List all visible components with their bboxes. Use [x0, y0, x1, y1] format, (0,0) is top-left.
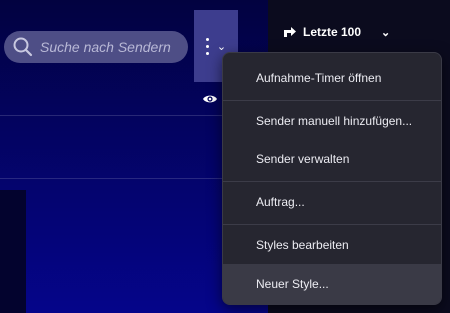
- chevron-down-icon: ⌄: [381, 26, 391, 39]
- menu-item-label: Auftrag...: [256, 195, 305, 209]
- menu-item-label: Neuer Style...: [256, 277, 329, 291]
- menu-item-add-station-manually[interactable]: Sender manuell hinzufügen...: [223, 101, 441, 141]
- menu-item-label: Sender manuell hinzufügen...: [256, 114, 413, 128]
- eye-icon[interactable]: [202, 93, 218, 105]
- context-menu: Aufnahme-Timer öffnen Sender manuell hin…: [222, 52, 442, 305]
- menu-item-order[interactable]: Auftrag...: [223, 182, 441, 222]
- search-placeholder: Suche nach Sendern: [40, 39, 171, 55]
- recent-label: Letzte 100: [303, 25, 362, 39]
- menu-item-open-recording-timer[interactable]: Aufnahme-Timer öffnen: [223, 58, 441, 98]
- menu-item-edit-styles[interactable]: Styles bearbeiten: [223, 225, 441, 265]
- menu-item-label: Aufnahme-Timer öffnen: [256, 71, 382, 85]
- panel-shadow: [0, 190, 26, 313]
- menu-item-label: Styles bearbeiten: [256, 238, 349, 252]
- search-icon: [13, 37, 33, 57]
- recent-dropdown[interactable]: Letzte 100 ⌄: [283, 22, 390, 42]
- more-vertical-icon: [205, 37, 209, 55]
- recent-arrow-icon: [284, 27, 296, 37]
- menu-item-manage-stations[interactable]: Sender verwalten: [223, 139, 441, 179]
- menu-item-label: Sender verwalten: [256, 152, 350, 166]
- menu-item-new-style[interactable]: Neuer Style...: [223, 264, 441, 304]
- station-search-input[interactable]: Suche nach Sendern: [4, 31, 188, 63]
- chevron-down-icon: ⌄: [216, 40, 227, 53]
